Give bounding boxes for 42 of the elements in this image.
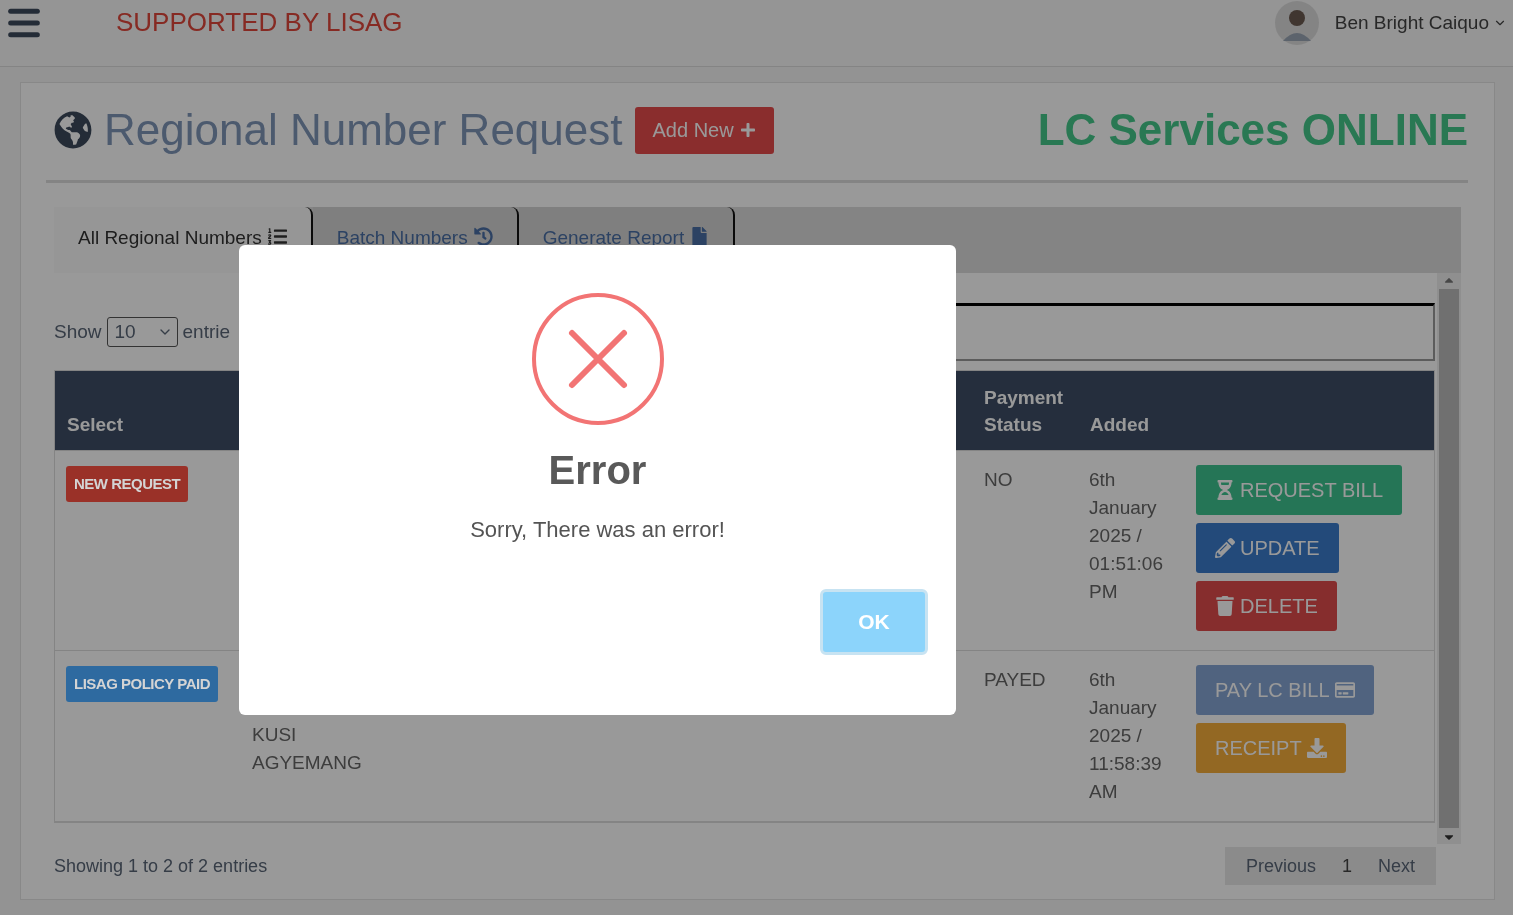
action-button[interactable]: DELETE bbox=[1196, 581, 1337, 631]
column-header: Added bbox=[1089, 413, 1151, 437]
column-header: Payment Status bbox=[983, 386, 1065, 437]
column-header: Select bbox=[66, 413, 124, 437]
status-badge: NEW REQUEST bbox=[66, 466, 189, 502]
hourglass-icon bbox=[1215, 480, 1235, 500]
action-button[interactable]: REQUEST BILL bbox=[1196, 465, 1403, 515]
table-cell-text: NO bbox=[983, 468, 1014, 492]
pagination-link[interactable]: Previous bbox=[1232, 855, 1329, 877]
list-icon bbox=[267, 227, 287, 246]
entries-info: Showing 1 to 2 of 2 entries bbox=[54, 855, 268, 877]
site-name: LC Services ONLINE bbox=[1037, 105, 1468, 155]
dialog-message: Sorry, There was an error! bbox=[470, 517, 725, 543]
dialog-title: Error bbox=[548, 448, 647, 493]
credit-card-icon bbox=[1334, 680, 1355, 700]
entries-select[interactable]: 10 bbox=[106, 317, 178, 347]
table-cell-text: 6th January 2025 / 11:58:39 AM bbox=[1088, 668, 1163, 804]
file-icon bbox=[690, 227, 710, 246]
page-title: Regional Number Request bbox=[104, 105, 623, 155]
scrollbar[interactable] bbox=[1437, 273, 1461, 844]
pagination-link[interactable]: Next bbox=[1365, 855, 1428, 877]
add-new-button[interactable]: Add New bbox=[634, 106, 774, 154]
action-button[interactable]: RECEIPT bbox=[1196, 723, 1346, 773]
trash-icon bbox=[1215, 596, 1235, 616]
status-badge: LISAG POLICY PAID bbox=[66, 666, 218, 702]
plus-icon bbox=[739, 122, 756, 138]
table-cell-text: PAYED bbox=[983, 668, 1047, 692]
download-icon bbox=[1306, 738, 1327, 758]
table-cell-text: KUSI AGYEMANG bbox=[251, 723, 363, 775]
entries-label: entrie bbox=[182, 321, 231, 343]
globe-icon bbox=[54, 111, 92, 149]
history-icon bbox=[473, 227, 493, 246]
action-button[interactable]: PAY LC BILL bbox=[1196, 665, 1374, 715]
action-button[interactable]: UPDATE bbox=[1196, 523, 1339, 573]
ok-button[interactable]: OK bbox=[820, 589, 928, 655]
show-label: Show bbox=[54, 321, 102, 343]
pencil-icon bbox=[1215, 538, 1235, 558]
table-cell-text: 6th January 2025 / 01:51:06 PM bbox=[1088, 468, 1164, 604]
pagination-link[interactable]: 1 bbox=[1328, 855, 1365, 877]
error-icon bbox=[530, 292, 665, 426]
user-name[interactable]: Ben Bright Caiquo bbox=[1334, 12, 1489, 34]
brand-text: SUPPORTED BY LISAG bbox=[116, 6, 403, 38]
